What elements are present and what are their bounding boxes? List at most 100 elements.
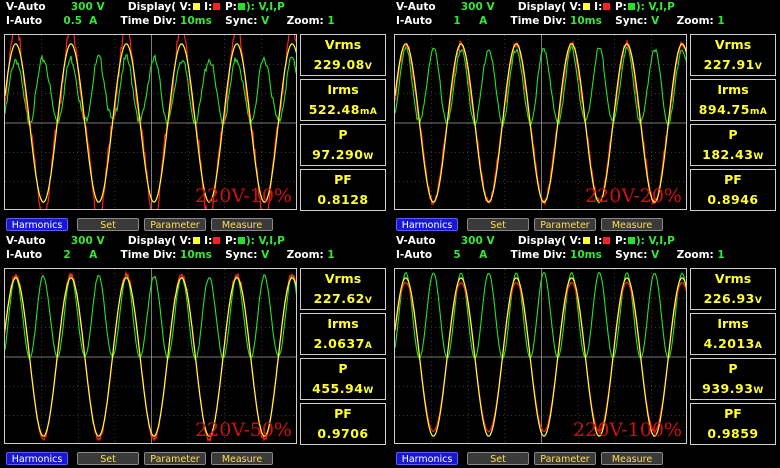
meter-value: 894.75mA: [691, 102, 775, 117]
meter-label: PF: [334, 406, 352, 421]
i-mode[interactable]: I-Auto: [396, 249, 432, 261]
voltage-swatch-icon: [192, 237, 200, 244]
meter-1: Irms 2.0637A: [300, 313, 386, 355]
meter-unit: V: [754, 62, 763, 72]
meter-value: 97.290W: [301, 147, 385, 162]
v-range[interactable]: 300: [461, 1, 483, 13]
parameter-button[interactable]: Parameter: [144, 218, 206, 231]
waveform-display[interactable]: 220V-20%: [394, 34, 687, 210]
set-button[interactable]: Set: [77, 452, 139, 465]
v-range[interactable]: 300: [71, 1, 93, 13]
v-mode[interactable]: V-Auto: [396, 1, 436, 13]
measure-button[interactable]: Measure: [601, 218, 663, 231]
i-range[interactable]: 1: [453, 14, 475, 28]
meter-unit: V: [364, 296, 373, 306]
harmonics-button[interactable]: Harmonics: [396, 452, 458, 465]
softkey-bar: Harmonics Set Parameter Measure: [0, 218, 390, 232]
softkey-bar: Harmonics Set Parameter Measure: [0, 452, 390, 466]
sync-value[interactable]: V: [261, 249, 269, 261]
waveform-display[interactable]: 220V-50%: [4, 268, 297, 444]
meter-value: 4.2013A: [691, 336, 775, 351]
meter-label: PF: [724, 406, 742, 421]
harmonics-button[interactable]: Harmonics: [6, 218, 68, 231]
meter-number: 0.9706: [317, 426, 369, 441]
timediv-value[interactable]: 10ms: [180, 249, 212, 261]
i-range[interactable]: 2: [63, 248, 85, 262]
i-mode[interactable]: I-Auto: [6, 15, 42, 27]
waveform-svg: [395, 35, 686, 209]
timediv-label: Time Div:: [120, 15, 177, 27]
trace-tag: 220V-10%: [195, 185, 292, 207]
meter-value: 2.0637A: [301, 336, 385, 351]
i-mode[interactable]: I-Auto: [6, 249, 42, 261]
measure-button[interactable]: Measure: [211, 452, 273, 465]
waveform-display[interactable]: 220V-10%: [4, 34, 297, 210]
display-value[interactable]: ): V,I,P: [636, 235, 675, 247]
sync-value[interactable]: V: [651, 249, 659, 261]
v-range[interactable]: 300: [71, 235, 93, 247]
parameter-button[interactable]: Parameter: [534, 218, 596, 231]
meter-number: 227.91: [703, 57, 755, 72]
harmonics-button[interactable]: Harmonics: [396, 218, 458, 231]
display-label: Display( V:: [127, 235, 192, 247]
waveform-svg: [5, 35, 296, 209]
set-button[interactable]: Set: [467, 452, 529, 465]
i-unit: A: [89, 249, 98, 261]
current-swatch-icon: [603, 3, 611, 10]
meter-unit: A: [754, 341, 763, 351]
v-mode[interactable]: V-Auto: [6, 1, 46, 13]
meter-value: 227.62V: [301, 291, 385, 306]
softkey-bar: Harmonics Set Parameter Measure: [390, 452, 780, 466]
v-range[interactable]: 300: [461, 235, 483, 247]
timediv-value[interactable]: 10ms: [570, 15, 602, 27]
v-mode[interactable]: V-Auto: [396, 235, 436, 247]
zoom-label: Zoom:: [286, 15, 324, 27]
zoom-value[interactable]: 1: [327, 249, 334, 261]
status-header: V-Auto 300 V Display( V: I: P:): V,I,P I…: [390, 234, 780, 266]
meter-number: 4.2013: [703, 336, 755, 351]
v-mode[interactable]: V-Auto: [6, 235, 46, 247]
zoom-label: Zoom:: [286, 249, 324, 261]
display-value[interactable]: ): V,I,P: [246, 235, 285, 247]
waveform-display[interactable]: 220V-100%: [394, 268, 687, 444]
zoom-value[interactable]: 1: [717, 15, 724, 27]
i-mode[interactable]: I-Auto: [396, 15, 432, 27]
v-unit: V: [96, 1, 105, 13]
set-button[interactable]: Set: [77, 218, 139, 231]
zoom-value[interactable]: 1: [717, 249, 724, 261]
status-row-voltage: V-Auto 300 V Display( V: I: P:): V,I,P: [6, 234, 285, 248]
meter-number: 455.94: [312, 381, 364, 396]
i-unit: A: [479, 249, 488, 261]
meter-value: 0.8128: [301, 192, 385, 207]
measure-button[interactable]: Measure: [211, 218, 273, 231]
display-p-label: P:: [224, 235, 237, 247]
current-trace: [5, 35, 296, 209]
status-row-current: I-Auto 5 A Time Div: 10ms Sync: V Zoom: …: [396, 248, 725, 262]
sync-value[interactable]: V: [651, 15, 659, 27]
meter-2: P 939.93W: [690, 358, 776, 400]
meter-number: 0.9859: [707, 426, 759, 441]
timediv-value[interactable]: 10ms: [180, 15, 212, 27]
parameter-button[interactable]: Parameter: [144, 452, 206, 465]
zoom-value[interactable]: 1: [327, 15, 334, 27]
timediv-label: Time Div:: [120, 249, 177, 261]
display-value[interactable]: ): V,I,P: [246, 1, 285, 13]
i-range[interactable]: 5: [453, 248, 475, 262]
zoom-label: Zoom:: [676, 15, 714, 27]
harmonics-button[interactable]: Harmonics: [6, 452, 68, 465]
meter-1: Irms 894.75mA: [690, 79, 776, 121]
set-button[interactable]: Set: [467, 218, 529, 231]
measure-button[interactable]: Measure: [601, 452, 663, 465]
timediv-value[interactable]: 10ms: [570, 249, 602, 261]
meter-2: P 455.94W: [300, 358, 386, 400]
meter-value: 522.48mA: [301, 102, 385, 117]
power-swatch-icon: [237, 3, 245, 10]
power-swatch-icon: [237, 237, 245, 244]
display-value[interactable]: ): V,I,P: [636, 1, 675, 13]
meter-label: Vrms: [714, 37, 752, 52]
meter-value: 182.43W: [691, 147, 775, 162]
parameter-button[interactable]: Parameter: [534, 452, 596, 465]
status-row-voltage: V-Auto 300 V Display( V: I: P:): V,I,P: [396, 234, 675, 248]
sync-value[interactable]: V: [261, 15, 269, 27]
i-range[interactable]: 0.5: [63, 14, 85, 28]
